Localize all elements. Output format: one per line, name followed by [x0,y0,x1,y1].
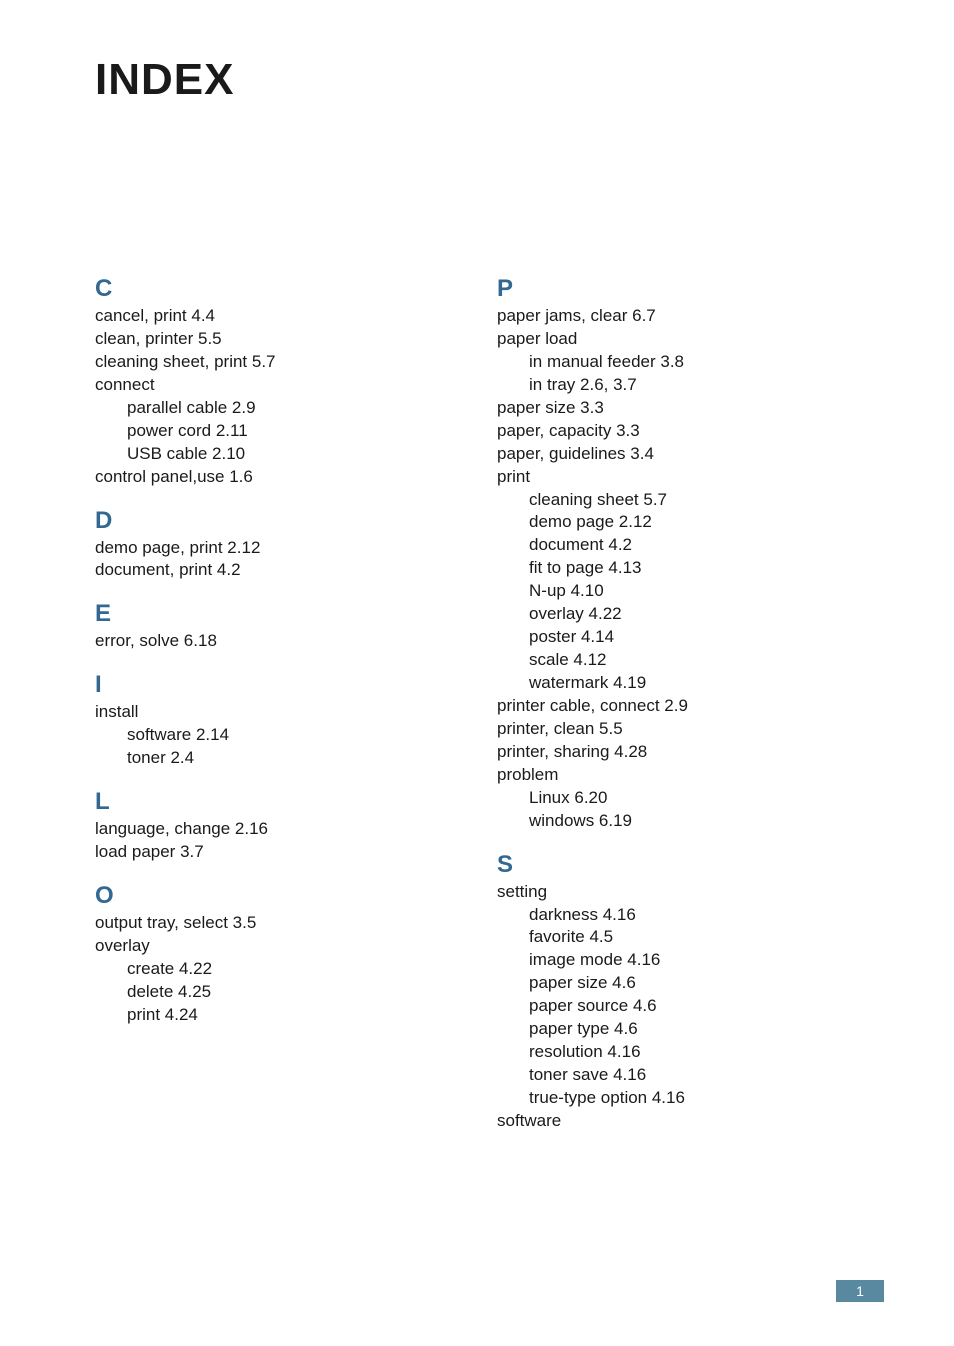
index-entry[interactable]: paper jams, clear 6.7 [497,305,859,328]
index-entry: overlay [95,935,457,958]
index-entry[interactable]: cleaning sheet 5.7 [497,489,859,512]
index-entry[interactable]: printer cable, connect 2.9 [497,695,859,718]
section-letter-o: O [95,882,457,910]
index-entry[interactable]: control panel,use 1.6 [95,466,457,489]
index-entry: print [497,466,859,489]
index-entry[interactable]: demo page, print 2.12 [95,537,457,560]
index-entry[interactable]: document, print 4.2 [95,559,457,582]
section-letter-l: L [95,788,457,816]
index-entry[interactable]: paper type 4.6 [497,1018,859,1041]
index-entry[interactable]: load paper 3.7 [95,841,457,864]
index-entry[interactable]: software 2.14 [95,724,457,747]
index-entry[interactable]: delete 4.25 [95,981,457,1004]
index-entry[interactable]: toner 2.4 [95,747,457,770]
page-title: INDEX [95,55,859,105]
index-entry[interactable]: print 4.24 [95,1004,457,1027]
left-column: Ccancel, print 4.4clean, printer 5.5clea… [95,275,457,1133]
index-entry: setting [497,881,859,904]
index-entry: problem [497,764,859,787]
index-entry[interactable]: paper, guidelines 3.4 [497,443,859,466]
index-entry[interactable]: windows 6.19 [497,810,859,833]
index-entry[interactable]: Linux 6.20 [497,787,859,810]
section-letter-p: P [497,275,859,303]
index-entry[interactable]: in tray 2.6, 3.7 [497,374,859,397]
index-entry[interactable]: USB cable 2.10 [95,443,457,466]
index-entry[interactable]: scale 4.12 [497,649,859,672]
index-entry[interactable]: cleaning sheet, print 5.7 [95,351,457,374]
page-number-badge: 1 [836,1280,884,1302]
index-entry[interactable]: favorite 4.5 [497,926,859,949]
index-entry[interactable]: true-type option 4.16 [497,1087,859,1110]
index-entry[interactable]: error, solve 6.18 [95,630,457,653]
index-entry: connect [95,374,457,397]
right-column: Ppaper jams, clear 6.7paper loadin manua… [497,275,859,1133]
index-entry[interactable]: poster 4.14 [497,626,859,649]
index-entry[interactable]: paper source 4.6 [497,995,859,1018]
index-entry[interactable]: output tray, select 3.5 [95,912,457,935]
section-letter-s: S [497,851,859,879]
index-entry[interactable]: clean, printer 5.5 [95,328,457,351]
index-entry[interactable]: overlay 4.22 [497,603,859,626]
index-entry[interactable]: language, change 2.16 [95,818,457,841]
index-entry[interactable]: document 4.2 [497,534,859,557]
index-entry[interactable]: parallel cable 2.9 [95,397,457,420]
index-entry: install [95,701,457,724]
index-entry[interactable]: image mode 4.16 [497,949,859,972]
index-entry[interactable]: in manual feeder 3.8 [497,351,859,374]
index-entry[interactable]: darkness 4.16 [497,904,859,927]
index-entry[interactable]: printer, clean 5.5 [497,718,859,741]
index-entry[interactable]: paper size 4.6 [497,972,859,995]
index-entry[interactable]: power cord 2.11 [95,420,457,443]
index-entry[interactable]: paper size 3.3 [497,397,859,420]
section-letter-i: I [95,671,457,699]
index-entry[interactable]: printer, sharing 4.28 [497,741,859,764]
index-entry[interactable]: toner save 4.16 [497,1064,859,1087]
index-entry[interactable]: resolution 4.16 [497,1041,859,1064]
index-entry[interactable]: N-up 4.10 [497,580,859,603]
section-letter-d: D [95,507,457,535]
index-columns: Ccancel, print 4.4clean, printer 5.5clea… [95,275,859,1133]
index-entry[interactable]: fit to page 4.13 [497,557,859,580]
index-entry: paper load [497,328,859,351]
index-entry[interactable]: create 4.22 [95,958,457,981]
index-entry: software [497,1110,859,1133]
index-entry[interactable]: paper, capacity 3.3 [497,420,859,443]
index-entry[interactable]: demo page 2.12 [497,511,859,534]
index-entry[interactable]: cancel, print 4.4 [95,305,457,328]
section-letter-e: E [95,600,457,628]
index-entry[interactable]: watermark 4.19 [497,672,859,695]
section-letter-c: C [95,275,457,303]
